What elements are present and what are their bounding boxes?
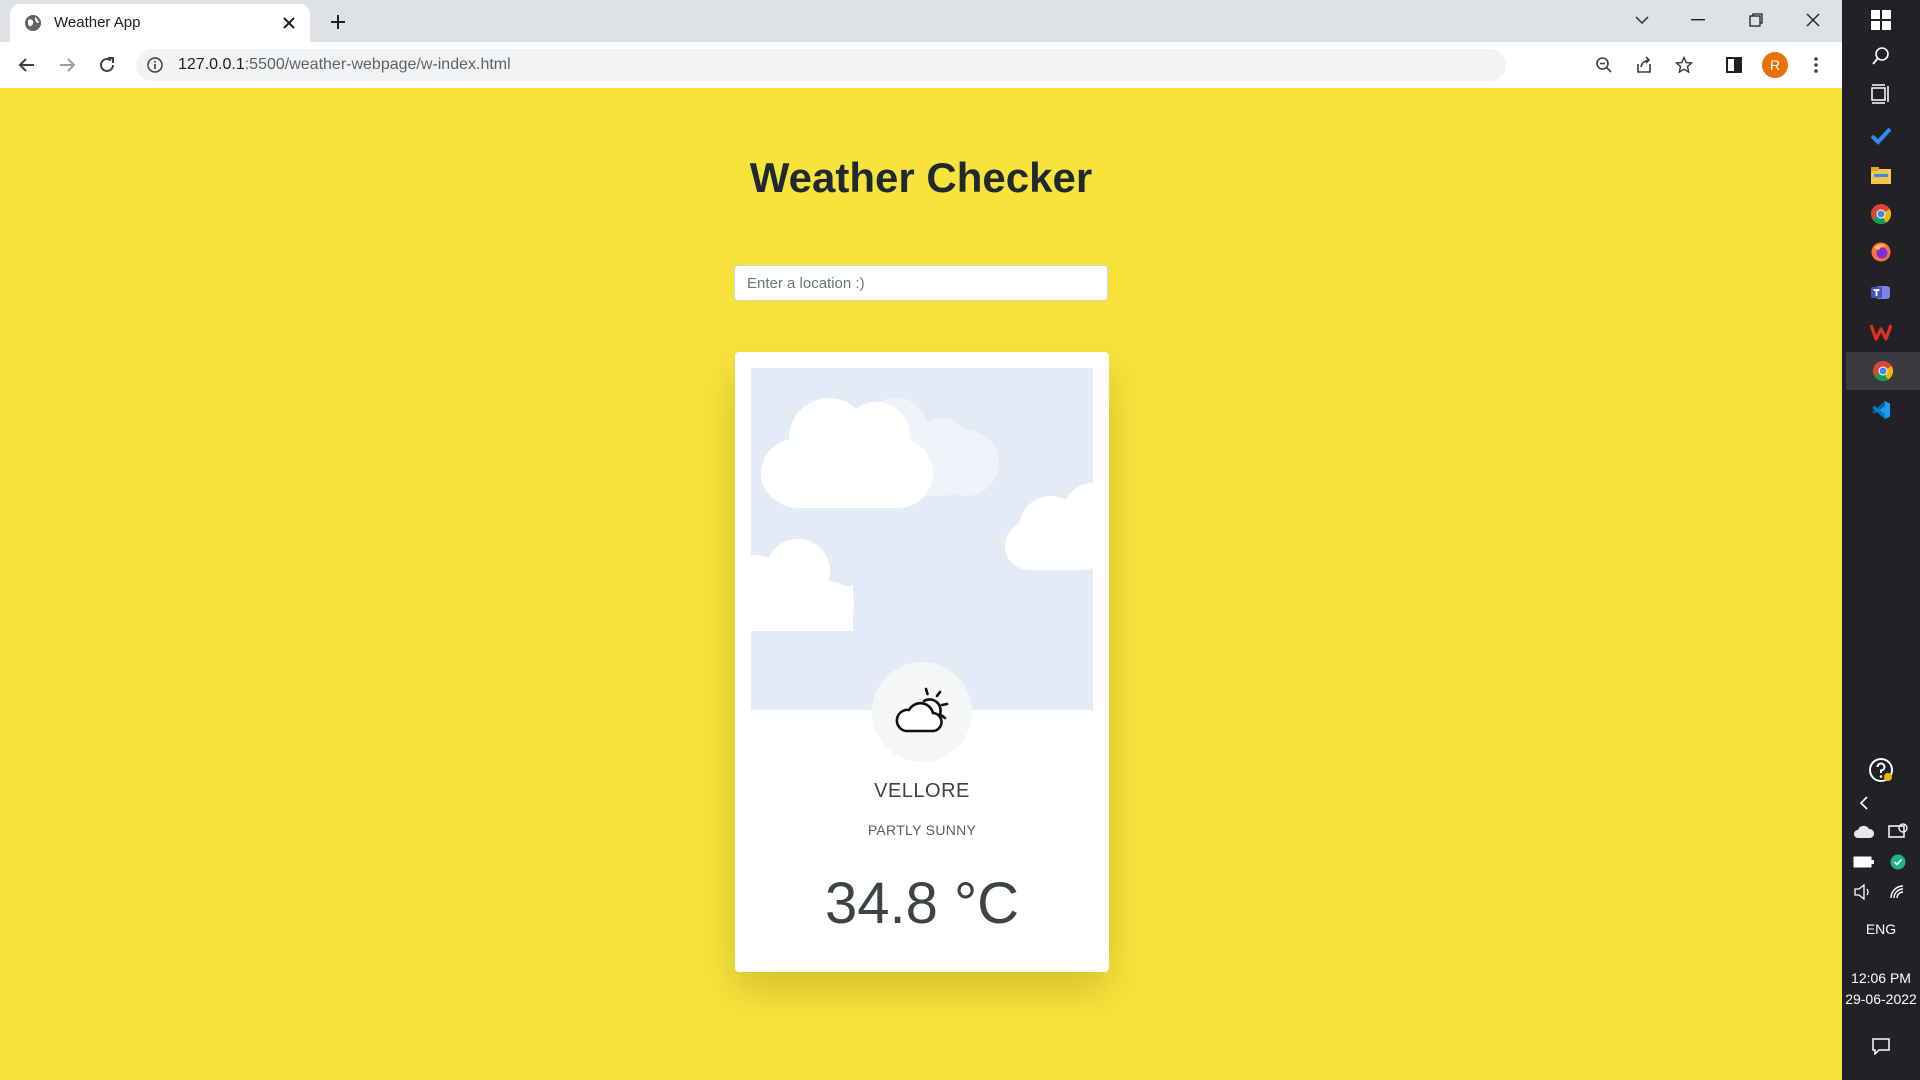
site-info-icon[interactable]: [146, 56, 164, 74]
weather-card: VELLORE PARTLY SUNNY 34.8 °C: [735, 352, 1109, 972]
city-name: VELLORE: [874, 780, 970, 802]
url-text: 127.0.0.1:5500/weather-webpage/w-index.h…: [178, 56, 511, 74]
tab-strip: Weather App: [0, 0, 1842, 42]
windows-start-icon[interactable]: [1865, 4, 1897, 36]
page-title: Weather Checker: [749, 154, 1093, 201]
close-window-icon[interactable]: [1793, 6, 1833, 34]
help-icon[interactable]: [1865, 754, 1897, 786]
clock-date[interactable]: 29-06-2022: [1842, 991, 1920, 1007]
profile-avatar[interactable]: R: [1762, 52, 1788, 78]
volume-icon[interactable]: [1848, 876, 1880, 908]
todo-check-icon[interactable]: [1865, 120, 1897, 152]
zoom-out-icon[interactable]: [1589, 50, 1619, 80]
bookmark-star-icon[interactable]: [1669, 50, 1699, 80]
globe-icon: [25, 15, 41, 31]
task-view-icon[interactable]: [1865, 78, 1897, 110]
reload-icon[interactable]: [92, 50, 122, 80]
file-explorer-icon[interactable]: [1865, 160, 1897, 192]
battery-icon[interactable]: [1848, 846, 1880, 878]
notification-center-icon[interactable]: [1865, 1030, 1897, 1062]
firefox-icon[interactable]: [1865, 236, 1897, 268]
temperature-value: 34.8 °C: [824, 871, 1020, 936]
teams-icon[interactable]: [1865, 276, 1897, 308]
security-shield-icon[interactable]: [1882, 846, 1914, 878]
partly-sunny-icon: [895, 687, 949, 733]
url-host: 127.0.0.1: [178, 56, 245, 73]
url-path: :5500/weather-webpage/w-index.html: [244, 56, 511, 73]
sky-illustration: [751, 368, 1093, 710]
location-search-input[interactable]: [734, 265, 1108, 301]
back-arrow-icon[interactable]: [12, 50, 42, 80]
tab-weather-app[interactable]: Weather App: [10, 4, 310, 42]
cloud-right-icon: [1005, 483, 1093, 570]
windows-taskbar: ENG 12:06 PM 29-06-2022: [1842, 0, 1920, 1080]
chrome-icon[interactable]: [1865, 198, 1897, 230]
language-indicator[interactable]: ENG: [1842, 921, 1920, 937]
address-bar[interactable]: 127.0.0.1:5500/weather-webpage/w-index.h…: [136, 49, 1506, 81]
wifi-icon[interactable]: [1882, 876, 1914, 908]
restore-window-icon[interactable]: [1736, 6, 1776, 34]
forward-arrow-icon[interactable]: [52, 50, 82, 80]
menu-kebab-icon[interactable]: [1801, 50, 1831, 80]
onedrive-cloud-icon[interactable]: [1848, 816, 1880, 848]
chrome-active-icon[interactable]: [1846, 352, 1920, 390]
weather-page: Weather Checker Enter a location:) VELL…: [0, 88, 1842, 1080]
share-icon[interactable]: [1629, 50, 1659, 80]
new-tab-button[interactable]: [324, 8, 352, 36]
wps-office-icon[interactable]: [1865, 316, 1897, 348]
close-tab-icon[interactable]: [278, 12, 300, 34]
clock-time[interactable]: 12:06 PM: [1842, 970, 1920, 986]
show-hidden-icons-chevron-icon[interactable]: [1848, 787, 1880, 819]
weather-condition: PARTLY SUNNY: [867, 822, 977, 838]
search-icon[interactable]: [1865, 40, 1897, 72]
device-sync-icon[interactable]: [1882, 816, 1914, 848]
browser-toolbar: 127.0.0.1:5500/weather-webpage/w-index.h…: [0, 42, 1842, 89]
minimize-window-icon[interactable]: [1678, 6, 1718, 34]
cloud-left-icon: [751, 539, 854, 631]
tab-title: Weather App: [54, 14, 141, 31]
side-panel-icon[interactable]: [1719, 50, 1749, 80]
vscode-icon[interactable]: [1865, 394, 1897, 426]
weather-icon-circle: [872, 662, 972, 762]
tab-search-chevron-down-icon[interactable]: [1622, 6, 1662, 34]
browser-chrome: Weather App 127.0.0.1:5500/weather-webpa…: [0, 0, 1842, 89]
